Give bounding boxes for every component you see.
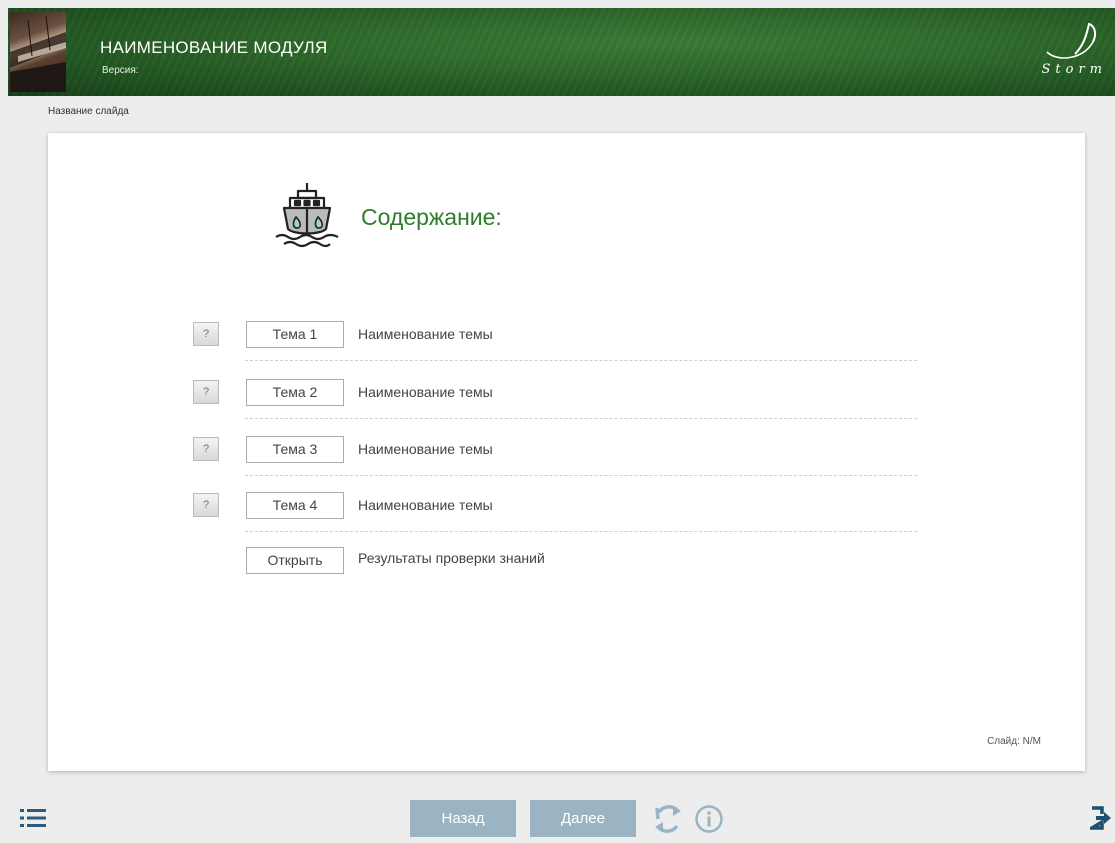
ship-icon [275,183,339,248]
reload-icon[interactable] [651,802,685,836]
topic-row: ? Тема 4 Наименование темы [193,490,917,532]
topic-help-button[interactable]: ? [193,380,219,404]
module-header: НАИМЕНОВАНИЕ МОДУЛЯ Версия: Storm [8,8,1115,96]
topic-help-button[interactable]: ? [193,493,219,517]
topic-name: Наименование темы [358,497,493,513]
topic-name: Наименование темы [358,441,493,457]
row-divider [245,531,917,532]
exit-icon[interactable] [1090,806,1112,830]
results-name: Результаты проверки знаний [358,550,545,566]
storm-logo-text: Storm [1041,62,1107,77]
info-icon[interactable] [694,804,724,834]
ship-photo-thumbnail [10,12,66,92]
storm-logo: Storm [1035,22,1107,86]
next-button[interactable]: Далее [530,800,636,837]
topic-row: ? Тема 3 Наименование темы [193,434,917,476]
topic-name: Наименование темы [358,384,493,400]
topic-row: ? Тема 2 Наименование темы [193,377,917,419]
row-divider [245,360,917,361]
results-row: Открыть Результаты проверки знаний [193,545,917,575]
row-divider [245,475,917,476]
storm-logo-icon [1046,22,1097,59]
open-results-button[interactable]: Открыть [246,547,344,574]
menu-list-icon[interactable] [20,808,46,828]
topic-name: Наименование темы [358,326,493,342]
topic-button[interactable]: Тема 1 [246,321,344,348]
slide-name: Название слайда [48,106,129,117]
topic-button[interactable]: Тема 2 [246,379,344,406]
module-version: Версия: [102,65,139,76]
slide-counter: Слайд: N/M [987,736,1041,747]
topic-button[interactable]: Тема 3 [246,436,344,463]
topic-help-button[interactable]: ? [193,437,219,461]
topic-row: ? Тема 1 Наименование темы [193,319,917,361]
page: НАИМЕНОВАНИЕ МОДУЛЯ Версия: Storm Назван… [0,0,1115,843]
toc-title: Содержание: [361,204,502,230]
back-button[interactable]: Назад [410,800,516,837]
module-title: НАИМЕНОВАНИЕ МОДУЛЯ [100,38,328,57]
topic-help-button[interactable]: ? [193,322,219,346]
row-divider [245,418,917,419]
topic-button[interactable]: Тема 4 [246,492,344,519]
content-card: Содержание: ? Тема 1 Наименование темы ?… [48,133,1085,771]
